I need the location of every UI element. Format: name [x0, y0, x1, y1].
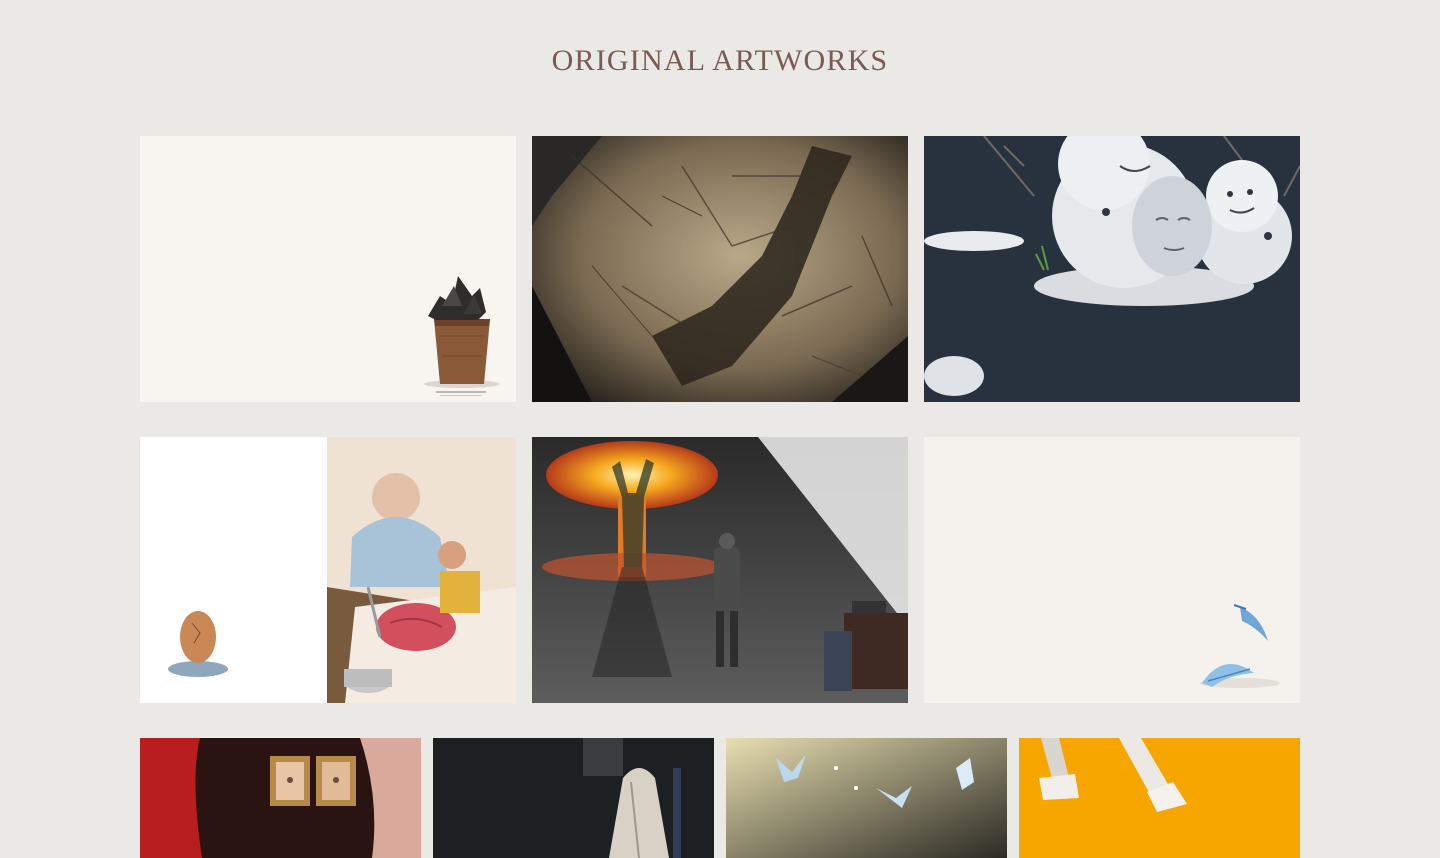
gallery-item[interactable]	[532, 437, 908, 703]
gallery-page: ORIGINAL ARTWORKS	[0, 0, 1440, 858]
gallery-item[interactable]	[924, 136, 1300, 402]
artwork-egg-butcher	[140, 437, 516, 703]
artwork-orange-legs	[1019, 738, 1300, 858]
artwork-cracked-wall-shadow	[532, 136, 908, 402]
artwork-explosion-shadow	[532, 437, 908, 703]
gallery-item[interactable]	[1019, 738, 1300, 858]
artwork-red-curtain-portraits	[140, 738, 421, 858]
gallery-item[interactable]	[726, 738, 1007, 858]
gallery-item[interactable]	[140, 437, 516, 703]
gallery-item[interactable]	[532, 136, 908, 402]
gallery-item[interactable]	[140, 738, 421, 858]
gallery-item[interactable]	[924, 437, 1300, 703]
artwork-blue-feathers	[924, 437, 1300, 703]
gallery-item[interactable]	[140, 136, 516, 402]
artwork-bucket-stones	[140, 136, 516, 402]
page-title: ORIGINAL ARTWORKS	[551, 44, 889, 77]
artwork-snowmen-face	[924, 136, 1300, 402]
gallery-item[interactable]	[433, 738, 714, 858]
artwork-birds-light	[726, 738, 1007, 858]
artwork-dark-veiled-figure	[433, 738, 714, 858]
